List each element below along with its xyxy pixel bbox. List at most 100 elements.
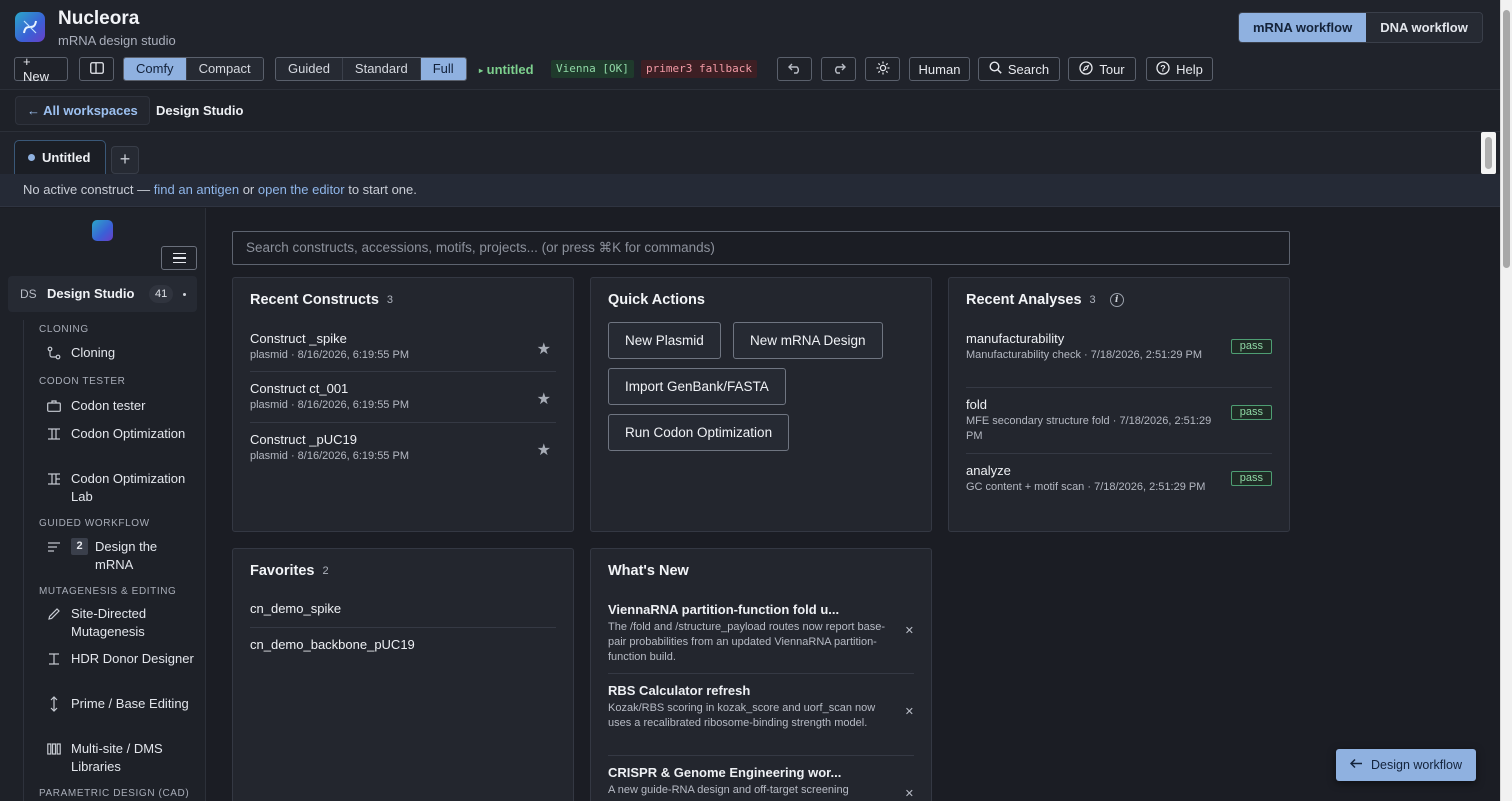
design-workflow-button[interactable]: Design workflow bbox=[1336, 749, 1476, 781]
recent-analyses-title: Recent Analyses 3 i bbox=[966, 292, 1124, 308]
tour-button[interactable]: Tour bbox=[1068, 57, 1136, 81]
project-name[interactable]: ▸ untitled bbox=[479, 62, 534, 77]
human-organism-button[interactable]: Human bbox=[909, 57, 970, 81]
compass-icon bbox=[1079, 60, 1093, 78]
news-item[interactable]: ViennaRNA partition-function fold u... T… bbox=[608, 602, 914, 674]
sidebar-item-codon-tester[interactable]: Codon tester bbox=[46, 397, 201, 415]
project-caret-icon: ▸ bbox=[479, 66, 484, 75]
find-antigen-link[interactable]: find an antigen bbox=[154, 182, 239, 197]
construct-row[interactable]: Construct _pUC19 plasmid · 8/16/2026, 6:… bbox=[250, 432, 556, 474]
status-badge: pass bbox=[1230, 405, 1272, 420]
news-item[interactable]: CRISPR & Genome Engineering wor... A new… bbox=[608, 765, 914, 801]
sidebar-menu-button[interactable] bbox=[161, 246, 197, 270]
status-badge: pass bbox=[1230, 471, 1272, 486]
news-item[interactable]: RBS Calculator refresh Kozak/RBS scoring… bbox=[608, 683, 914, 756]
sidebar-workspace-item[interactable]: DS Design Studio 41 bbox=[8, 276, 197, 312]
breadcrumb: ← All workspaces Design Studio bbox=[0, 90, 1500, 132]
favorite-item[interactable]: cn_demo_backbone_pUC19 bbox=[250, 637, 556, 664]
quick-actions-title: Quick Actions bbox=[608, 292, 705, 308]
mode-standard[interactable]: Standard bbox=[342, 58, 421, 80]
vertical-arrows-icon bbox=[46, 695, 61, 713]
no-construct-notice: No active construct — find an antigen or… bbox=[0, 174, 1500, 207]
favorite-item[interactable]: cn_demo_spike bbox=[250, 601, 556, 628]
workspace-dot bbox=[183, 293, 186, 296]
sidebar-item-site-directed[interactable]: Site-Directed Mutagenesis bbox=[46, 605, 201, 641]
global-search-input[interactable]: Search constructs, accessions, motifs, p… bbox=[232, 231, 1290, 265]
quick-actions-card: Quick Actions New Plasmid New mRNA Desig… bbox=[590, 277, 932, 532]
add-tab-button[interactable]: + bbox=[111, 146, 139, 174]
mrna-workflow-tab[interactable]: mRNA workflow bbox=[1239, 13, 1367, 42]
workflow-toggle: mRNA workflow DNA workflow bbox=[1238, 12, 1483, 43]
density-compact[interactable]: Compact bbox=[186, 58, 263, 80]
hamburger-icon bbox=[172, 252, 186, 255]
sidebar-item-cloning[interactable]: Cloning bbox=[46, 344, 201, 362]
step-number-badge: 2 bbox=[71, 538, 88, 555]
sidebar-item-codon-optimization[interactable]: Codon Optimization bbox=[46, 425, 201, 443]
pillar-icon bbox=[46, 425, 61, 443]
analysis-row[interactable]: manufacturability Manufacturability chec… bbox=[966, 331, 1272, 388]
section-codon-tester: CODON TESTER bbox=[39, 376, 126, 387]
tab-untitled[interactable]: Untitled bbox=[14, 140, 106, 174]
toggle-sidebar-button[interactable] bbox=[79, 57, 114, 81]
section-cloning: CLONING bbox=[39, 324, 89, 335]
new-mrna-design-button[interactable]: New mRNA Design bbox=[733, 322, 883, 359]
density-comfy[interactable]: Comfy bbox=[124, 58, 187, 80]
new-plasmid-button[interactable]: New Plasmid bbox=[608, 322, 721, 359]
section-guided-workflow: GUIDED WORKFLOW bbox=[39, 518, 150, 529]
list-icon bbox=[46, 538, 61, 556]
analysis-row[interactable]: analyze GC content + motif scan · 7/18/2… bbox=[966, 463, 1272, 520]
sidebar-item-hdr-donor[interactable]: HDR Donor Designer bbox=[46, 650, 201, 668]
sidebar-item-codon-optimization-lab[interactable]: Codon Optimization Lab bbox=[46, 470, 201, 506]
close-icon[interactable]: ✕ bbox=[905, 705, 914, 718]
new-button[interactable]: + New bbox=[14, 54, 68, 84]
library-icon bbox=[46, 740, 61, 758]
run-codon-optimization-button[interactable]: Run Codon Optimization bbox=[608, 414, 790, 451]
panel-scrollbar[interactable] bbox=[1481, 132, 1496, 174]
close-icon[interactable]: ✕ bbox=[905, 624, 914, 637]
favorites-count: 2 bbox=[322, 565, 329, 577]
close-icon[interactable]: ✕ bbox=[905, 787, 914, 800]
vienna-status-badge: Vienna [OK] bbox=[551, 60, 634, 78]
analysis-row[interactable]: fold MFE secondary structure fold · 7/18… bbox=[966, 397, 1272, 454]
recent-constructs-title: Recent Constructs 3 bbox=[250, 292, 394, 308]
info-icon[interactable]: i bbox=[1109, 293, 1124, 307]
page-scrollbar-thumb[interactable] bbox=[1503, 10, 1510, 268]
app-name: Nucleora bbox=[58, 8, 140, 29]
import-genbank-button[interactable]: Import GenBank/FASTA bbox=[608, 368, 786, 405]
pillar-plus-icon bbox=[46, 470, 61, 488]
sidebar-item-multisite[interactable]: Multi-site / DMS Libraries bbox=[46, 740, 201, 776]
star-icon[interactable]: ★ bbox=[537, 339, 551, 359]
undo-button[interactable] bbox=[777, 57, 812, 81]
app-logo-icon[interactable] bbox=[15, 12, 45, 42]
help-button[interactable]: ? Help bbox=[1146, 57, 1213, 81]
sidebar-item-design-mrna[interactable]: 2 Design the mRNA bbox=[46, 538, 201, 574]
dna-workflow-tab[interactable]: DNA workflow bbox=[1366, 13, 1482, 42]
open-editor-link[interactable]: open the editor bbox=[258, 182, 345, 197]
star-icon[interactable]: ★ bbox=[537, 440, 551, 460]
sidebar-logo-icon bbox=[92, 220, 113, 241]
star-icon[interactable]: ★ bbox=[537, 389, 551, 409]
redo-icon bbox=[832, 62, 846, 77]
page-scrollbar[interactable] bbox=[1500, 0, 1512, 801]
undo-icon bbox=[787, 62, 802, 77]
whats-new-card: What's New ViennaRNA partition-function … bbox=[590, 548, 932, 801]
search-button[interactable]: Search bbox=[978, 57, 1060, 81]
sidebar-item-prime-base[interactable]: Prime / Base Editing bbox=[46, 695, 201, 713]
column-icon bbox=[46, 650, 61, 668]
sidebar-nav: CLONING Cloning CODON TESTER Codon teste… bbox=[23, 320, 205, 801]
construct-row[interactable]: Construct ct_001 plasmid · 8/16/2026, 6:… bbox=[250, 381, 556, 423]
mode-full[interactable]: Full bbox=[420, 58, 466, 80]
theme-toggle-button[interactable] bbox=[865, 57, 900, 81]
mode-guided[interactable]: Guided bbox=[276, 58, 343, 80]
construct-row[interactable]: Construct _spike plasmid · 8/16/2026, 6:… bbox=[250, 331, 556, 372]
app-subtitle: mRNA design studio bbox=[58, 33, 176, 48]
workspace-count-badge: 41 bbox=[149, 285, 174, 303]
help-icon: ? bbox=[1156, 60, 1170, 78]
redo-button[interactable] bbox=[821, 57, 856, 81]
all-workspaces-link[interactable]: ← All workspaces bbox=[15, 96, 150, 125]
arrow-left-icon bbox=[1349, 758, 1363, 772]
recent-analyses-card: Recent Analyses 3 i manufacturability Ma… bbox=[948, 277, 1290, 532]
status-badge: pass bbox=[1230, 339, 1272, 354]
branch-icon bbox=[46, 344, 61, 362]
recent-analyses-count: 3 bbox=[1089, 294, 1096, 306]
